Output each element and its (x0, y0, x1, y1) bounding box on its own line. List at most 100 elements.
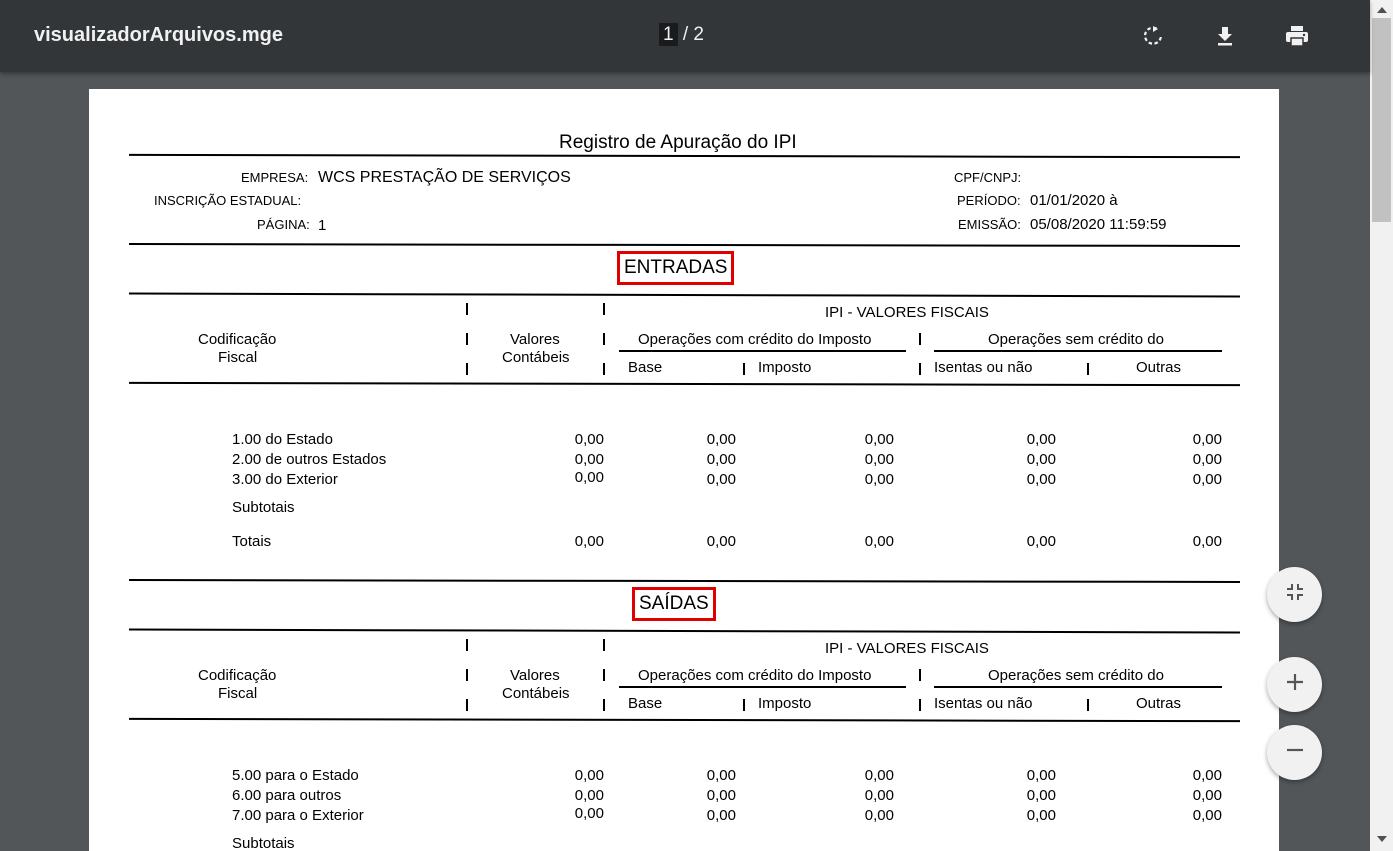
total-pages: 2 (693, 24, 704, 45)
imposto-header: Imposto (758, 359, 812, 376)
imposto-header: Imposto (758, 695, 812, 712)
subtotais-label: Subtotais (232, 499, 295, 516)
codificacao-header: Codificação (198, 667, 277, 684)
table-cell: 0,00 (574, 431, 604, 448)
pagina-value: 1 (318, 217, 327, 234)
periodo-label: PERÍODO: (957, 193, 1021, 208)
codificacao-header: Codificação (198, 331, 277, 348)
table-cell: 0,00 (1026, 767, 1056, 784)
table-cell: 0,00 (574, 469, 604, 486)
valores-header: Valores (510, 331, 560, 348)
table-cell: 0,00 (706, 533, 736, 550)
inscricao-label: INSCRIÇÃO ESTADUAL: (154, 193, 302, 208)
divider (128, 292, 1241, 298)
divider (128, 381, 1241, 387)
table-cell: 0,00 (864, 431, 894, 448)
table-cell: 0,00 (1192, 533, 1222, 550)
download-icon[interactable] (1209, 20, 1241, 52)
table-row-label: 5.00 para o Estado (232, 767, 359, 784)
table-cell: 0,00 (1026, 787, 1056, 804)
page-indicator: 1 / 2 (659, 23, 704, 46)
table-cell: 0,00 (1192, 431, 1222, 448)
empresa-value: WCS PRESTAÇÃO DE SERVIÇOS (318, 169, 571, 186)
table-cell: 0,00 (1026, 431, 1056, 448)
fit-page-icon (1285, 582, 1305, 607)
com-credito-header: Operações com crédito do Imposto (638, 667, 872, 684)
emissao-label: EMISSÃO: (958, 217, 1021, 232)
scrollbar-thumb[interactable] (1372, 18, 1391, 222)
table-cell: 0,00 (706, 431, 736, 448)
table-cell: 0,00 (706, 787, 736, 804)
divider (128, 153, 1241, 159)
table-cell: 0,00 (1026, 451, 1056, 468)
contabeis-header: Contábeis (502, 349, 570, 366)
divider (128, 717, 1241, 723)
cnpj-label: CPF/CNPJ: (954, 170, 1022, 185)
empresa-label: EMPRESA: (241, 170, 309, 185)
table-row-label: 3.00 do Exterior (232, 471, 338, 488)
emissao-value: 05/08/2020 11:59:59 (1030, 216, 1167, 233)
ipi-header: IPI - VALORES FISCAIS (825, 640, 989, 657)
table-cell: 0,00 (706, 767, 736, 784)
pagina-label: PÁGINA: (257, 217, 310, 232)
base-header: Base (628, 695, 663, 712)
zoom-in-button[interactable] (1267, 657, 1322, 712)
divider (128, 628, 1241, 634)
table-cell: 0,00 (1192, 451, 1222, 468)
table-cell: 0,00 (1026, 471, 1056, 488)
fiscal-header: Fiscal (218, 349, 258, 366)
table-cell: 0,00 (1192, 787, 1222, 804)
print-icon[interactable] (1281, 20, 1313, 52)
file-title: visualizadorArquivos.mge (34, 24, 283, 46)
valores-header: Valores (510, 667, 560, 684)
table-cell: 0,00 (1026, 807, 1056, 824)
zoom-out-icon (1285, 740, 1305, 765)
isentas-header: Isentas ou não (934, 359, 1033, 376)
table-cell: 0,00 (706, 471, 736, 488)
com-credito-header: Operações com crédito do Imposto (638, 331, 872, 348)
fit-page-button[interactable] (1267, 567, 1322, 622)
current-page-input[interactable]: 1 (659, 23, 678, 46)
rotate-icon[interactable] (1137, 20, 1169, 52)
table-cell: 0,00 (1192, 767, 1222, 784)
table-row-label: 1.00 do Estado (232, 431, 333, 448)
totais-label: Totais (232, 533, 272, 550)
outras-header: Outras (1136, 359, 1182, 376)
table-cell: 0,00 (864, 471, 894, 488)
subtotais-label: Subtotais (232, 835, 295, 851)
vertical-scrollbar[interactable] (1370, 0, 1393, 851)
scroll-down-arrow-icon[interactable] (1377, 836, 1387, 842)
pdf-page: Registro de Apuração do IPI EMPRESA: WCS… (89, 89, 1279, 851)
table-cell: 0,00 (864, 533, 894, 550)
table-cell: 0,00 (574, 787, 604, 804)
sem-credito-header: Operações sem crédito do (988, 667, 1164, 684)
table-cell: 0,00 (864, 767, 894, 784)
table-cell: 0,00 (864, 787, 894, 804)
periodo-value: 01/01/2020 à (1030, 192, 1118, 209)
sem-credito-header: Operações sem crédito do (988, 331, 1164, 348)
table-row-label: 2.00 de outros Estados (232, 451, 387, 468)
table-cell: 0,00 (1192, 807, 1222, 824)
outras-header: Outras (1136, 695, 1182, 712)
table-cell: 0,00 (574, 805, 604, 822)
table-cell: 0,00 (574, 767, 604, 784)
base-header: Base (628, 359, 663, 376)
report-title: Registro de Apuração do IPI (559, 132, 797, 153)
divider (128, 579, 1241, 583)
table-cell: 0,00 (706, 451, 736, 468)
table-cell: 0,00 (706, 807, 736, 824)
table-cell: 0,00 (1026, 533, 1056, 550)
table-row-label: 7.00 para o Exterior (232, 807, 364, 824)
saidas-title: SAÍDAS (632, 587, 716, 621)
divider (128, 243, 1241, 247)
contabeis-header: Contábeis (502, 685, 570, 702)
table-cell: 0,00 (864, 807, 894, 824)
isentas-header: Isentas ou não (934, 695, 1033, 712)
ipi-header: IPI - VALORES FISCAIS (825, 304, 989, 321)
fiscal-header: Fiscal (218, 685, 258, 702)
zoom-out-button[interactable] (1267, 725, 1322, 780)
scroll-up-arrow-icon[interactable] (1377, 7, 1387, 13)
table-cell: 0,00 (1192, 471, 1222, 488)
entradas-title: ENTRADAS (617, 251, 735, 285)
table-row-label: 6.00 para outros (232, 787, 342, 804)
